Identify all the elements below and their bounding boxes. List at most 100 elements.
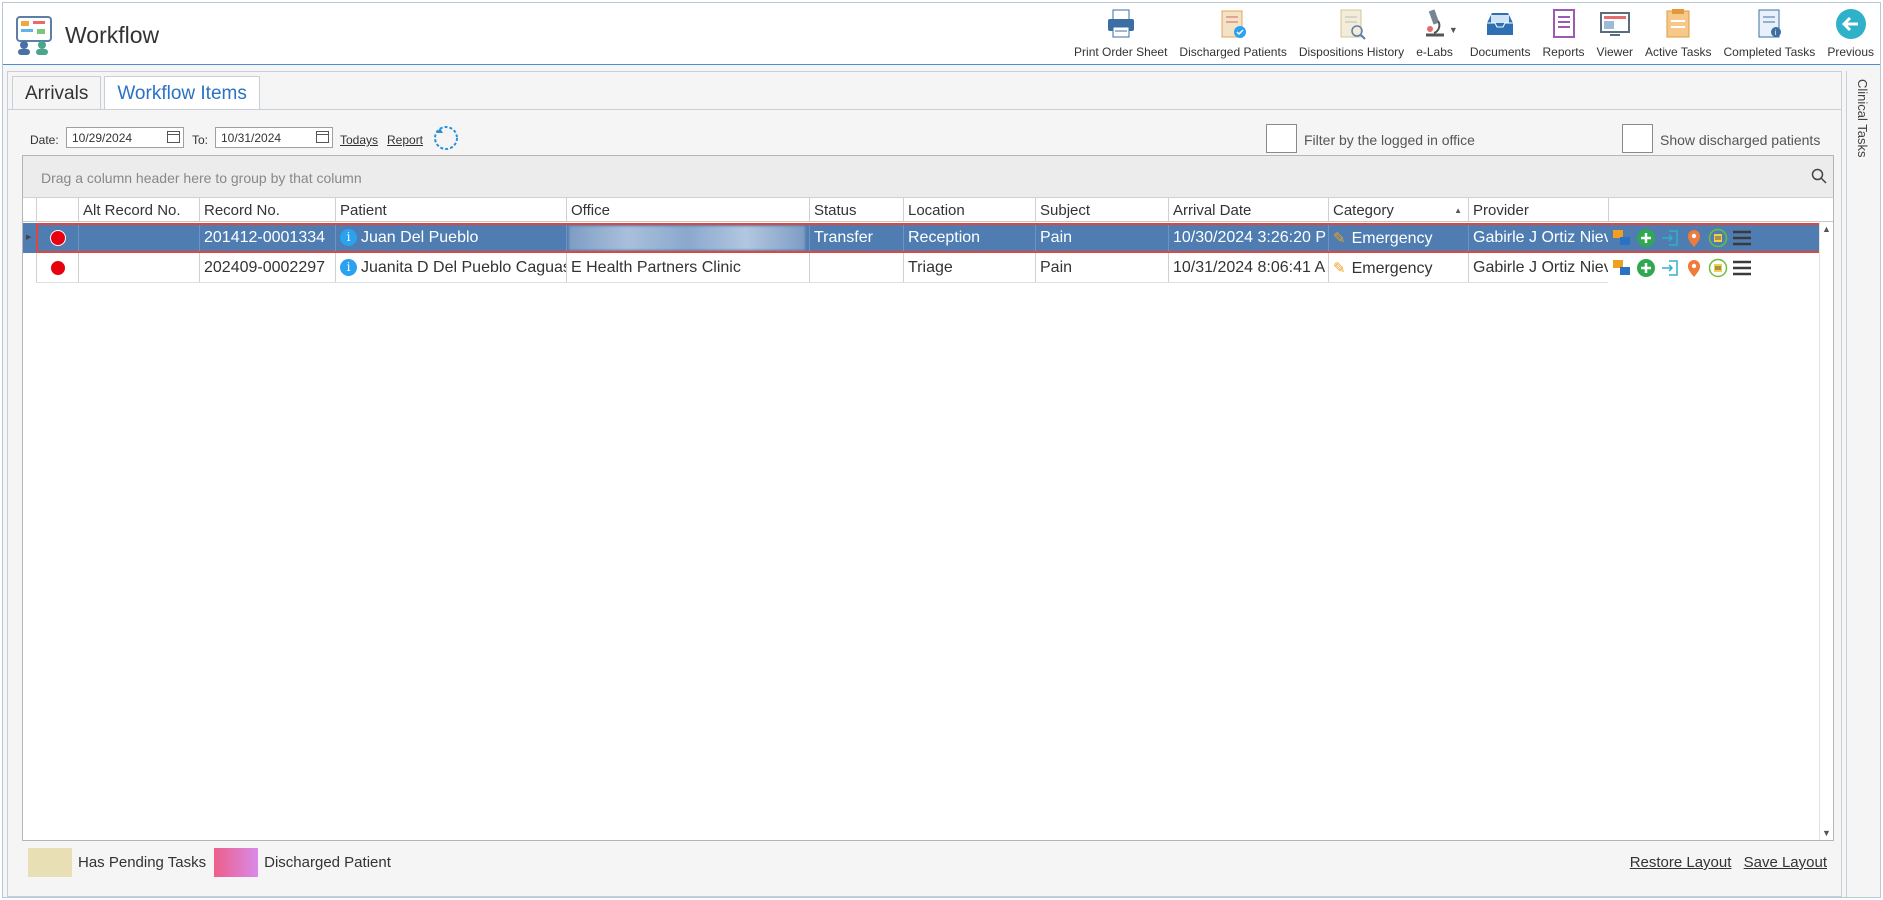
arrival-date-cell: 10/31/2024 8:06:41 A — [1168, 253, 1328, 283]
active-tasks-button[interactable]: Active Tasks — [1639, 7, 1717, 63]
row-indicator-icon: ▶ — [26, 234, 32, 241]
category-cell: ✎ Emergency — [1328, 253, 1468, 283]
tab-strip: Arrivals Workflow Items — [12, 76, 263, 110]
reports-button[interactable]: Reports — [1537, 7, 1591, 63]
e-labs-button[interactable]: e-Labs ▼ — [1410, 7, 1464, 63]
documents-inbox-icon — [1483, 7, 1517, 41]
column-header-status-dot[interactable] — [36, 198, 78, 222]
alt-record-cell — [78, 223, 199, 253]
calendar-icon[interactable] — [316, 131, 329, 143]
location-pin-icon[interactable] — [1683, 258, 1705, 278]
scroll-up-icon[interactable]: ▲ — [1822, 224, 1831, 234]
add-icon[interactable] — [1635, 228, 1657, 248]
table-row[interactable]: 202409-0002297 i Juanita D Del Pueblo Cag… — [23, 253, 1819, 283]
notes-icon[interactable] — [1707, 228, 1729, 248]
record-cell: 202409-0002297 — [199, 253, 335, 283]
date-from-field[interactable]: 10/29/2024 — [66, 127, 184, 148]
group-by-panel[interactable]: Drag a column header here to group by th… — [23, 156, 1833, 198]
redacted-office — [569, 226, 805, 250]
e-labs-dropdown-icon[interactable]: ▼ — [1449, 25, 1458, 35]
tab-arrivals[interactable]: Arrivals — [12, 76, 102, 110]
dispositions-history-button[interactable]: Dispositions History — [1293, 7, 1410, 63]
pencil-icon: ✎ — [1333, 260, 1346, 277]
column-header-status[interactable]: Status — [809, 198, 903, 222]
office-cell: E Health Partners Clinic — [566, 253, 809, 283]
status-dot-cell — [36, 253, 78, 283]
location-pin-icon[interactable] — [1683, 228, 1705, 248]
discharged-patient-label: Discharged Patient — [264, 853, 391, 871]
filter-office-checkbox[interactable] — [1266, 124, 1297, 153]
arrivals-grid: Drag a column header here to group by th… — [22, 155, 1834, 841]
search-icon[interactable] — [1811, 168, 1827, 184]
subject-cell: Pain — [1035, 253, 1168, 283]
svg-text:i: i — [1775, 29, 1777, 37]
viewer-icon — [1598, 7, 1632, 41]
column-header-location[interactable]: Location — [903, 198, 1035, 222]
print-order-sheet-button[interactable]: Print Order Sheet — [1068, 7, 1173, 63]
column-header-actions — [1608, 198, 1819, 222]
show-discharged-checkbox[interactable] — [1622, 124, 1653, 153]
completed-tasks-button[interactable]: i Completed Tasks — [1717, 7, 1821, 63]
status-cell — [809, 253, 903, 283]
pending-tasks-label: Has Pending Tasks — [78, 853, 207, 871]
printer-icon — [1104, 7, 1138, 41]
previous-label: Previous — [1827, 45, 1874, 59]
table-row[interactable]: ▶ 201412-0001334 i Juan Del Pueblo Transf… — [23, 223, 1819, 253]
menu-icon[interactable] — [1731, 258, 1753, 278]
show-discharged-label: Show discharged patients — [1660, 132, 1821, 148]
filter-bar: Date: 10/29/2024 To: 10/31/2024 Todays R… — [8, 124, 1841, 154]
category-value: Emergency — [1351, 230, 1433, 247]
header-bar: Workflow Print Order Sheet Discharged Pa… — [3, 3, 1880, 65]
viewer-button[interactable]: Viewer — [1591, 7, 1639, 63]
column-header-category[interactable]: Category ▲ — [1328, 198, 1468, 222]
column-header-office[interactable]: Office — [566, 198, 809, 222]
discharged-patients-button[interactable]: Discharged Patients — [1173, 7, 1292, 63]
dispositions-history-icon — [1335, 7, 1369, 41]
layout-links: Restore Layout Save Layout — [1622, 854, 1827, 871]
scroll-down-icon[interactable]: ▼ — [1822, 828, 1831, 838]
save-layout-link[interactable]: Save Layout — [1744, 854, 1827, 871]
refresh-icon[interactable] — [432, 124, 460, 152]
report-link[interactable]: Report — [387, 133, 423, 147]
patient-cell: i Juan Del Pueblo — [335, 223, 566, 253]
notes-icon[interactable] — [1707, 258, 1729, 278]
row-actions — [1611, 258, 1755, 278]
previous-button[interactable]: Previous — [1821, 7, 1880, 63]
microscope-icon — [1418, 7, 1452, 41]
date-to-field[interactable]: 10/31/2024 — [215, 127, 333, 148]
column-header-arrival-date[interactable]: Arrival Date — [1168, 198, 1328, 222]
column-header-record[interactable]: Record No. — [199, 198, 335, 222]
calendar-icon[interactable] — [167, 131, 180, 143]
previous-arrow-icon — [1834, 7, 1868, 41]
patient-name: Juan Del Pueblo — [361, 229, 479, 246]
check-in-icon[interactable] — [1659, 228, 1681, 248]
clinical-tasks-label[interactable]: Clinical Tasks — [1855, 79, 1870, 158]
column-header-subject[interactable]: Subject — [1035, 198, 1168, 222]
completed-tasks-icon: i — [1752, 7, 1786, 41]
category-value: Emergency — [1351, 260, 1433, 277]
discharged-patient-swatch — [214, 847, 259, 877]
menu-icon[interactable] — [1731, 228, 1753, 248]
e-labs-label: e-Labs — [1416, 45, 1453, 59]
legend: Has Pending Tasks Discharged Patient — [28, 847, 391, 877]
transfer-icon[interactable] — [1611, 228, 1633, 248]
location-cell: Reception — [903, 223, 1035, 253]
subject-cell: Pain — [1035, 223, 1168, 253]
clinical-tasks-panel[interactable]: Clinical Tasks — [1846, 71, 1880, 897]
check-in-icon[interactable] — [1659, 258, 1681, 278]
patient-info-icon[interactable]: i — [340, 259, 357, 276]
transfer-icon[interactable] — [1611, 258, 1633, 278]
vertical-scrollbar[interactable]: ▲ ▼ — [1819, 222, 1833, 840]
column-header-patient[interactable]: Patient — [335, 198, 566, 222]
workflow-window: Workflow Print Order Sheet Discharged Pa… — [2, 2, 1881, 898]
column-header-provider[interactable]: Provider — [1468, 198, 1608, 222]
documents-button[interactable]: Documents — [1464, 7, 1537, 63]
add-icon[interactable] — [1635, 258, 1657, 278]
tab-workflow-items[interactable]: Workflow Items — [104, 76, 260, 110]
todays-link[interactable]: Todays — [340, 133, 378, 147]
column-header-alt-record[interactable]: Alt Record No. — [78, 198, 199, 222]
reports-icon — [1547, 7, 1581, 41]
status-dot-icon — [50, 260, 66, 276]
restore-layout-link[interactable]: Restore Layout — [1630, 854, 1732, 871]
patient-info-icon[interactable]: i — [340, 229, 357, 246]
